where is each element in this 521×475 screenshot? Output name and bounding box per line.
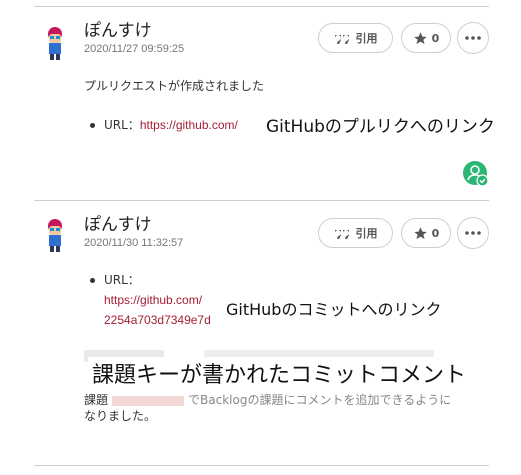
comment-text-rest: でBacklogの課題にコメントを追加できるように — [188, 393, 452, 407]
more-options-button[interactable] — [457, 22, 489, 54]
star-icon — [413, 226, 427, 239]
comment-date: 2020/11/30 11:32:57 — [84, 237, 184, 249]
more-options-button[interactable] — [457, 217, 489, 249]
star-button[interactable]: 0 — [401, 218, 451, 248]
quote-button[interactable]: 引用 — [318, 218, 393, 248]
star-count: 0 — [431, 226, 440, 240]
star-count: 0 — [431, 31, 440, 45]
author-name[interactable]: ぽんすけ — [84, 210, 152, 235]
comment-date: 2020/11/27 09:59:25 — [84, 43, 185, 55]
issue-prefix: 課題 — [84, 393, 109, 407]
quote-label: 引用 — [355, 32, 378, 45]
star-icon — [413, 31, 427, 44]
author-name[interactable]: ぽんすけ — [84, 16, 152, 41]
star-button[interactable]: 0 — [401, 23, 451, 53]
annotation-label: 課題キーが書かれたコミットコメント — [88, 357, 471, 389]
pull-request-link[interactable]: https://github.com/ — [140, 118, 238, 132]
url-row: URL：https://github.com/ — [104, 115, 238, 135]
avatar — [48, 219, 62, 252]
url-label: URL： — [104, 118, 140, 132]
redacted-issue-key — [112, 395, 185, 406]
comment-text-line: なりました。 — [84, 409, 157, 423]
commit-url[interactable]: https://github.com/ — [104, 293, 202, 307]
commit-link-tail[interactable]: 2254a703d7349e7d — [104, 310, 211, 330]
comment-item: ぽんすけ 2020/11/30 11:32:57 引用 0 URL： https… — [34, 200, 489, 465]
bottom-divider — [34, 465, 489, 466]
comment-item: ぽんすけ 2020/11/27 09:59:25 引用 0 プルリクエストが作成… — [34, 0, 495, 200]
more-horizontal-icon — [465, 36, 481, 40]
annotation-label: GitHubのプルリクへのリンク — [266, 112, 495, 137]
quote-label: 引用 — [355, 227, 378, 240]
quote-button[interactable]: 引用 — [318, 23, 393, 53]
user-check-icon — [463, 161, 489, 187]
avatar — [48, 27, 62, 60]
comment-text: プルリクエストが作成されました — [84, 79, 265, 93]
list-bullet — [90, 278, 95, 283]
quote-icon — [334, 230, 349, 239]
annotation-label: GitHubのコミットへのリンク — [226, 296, 442, 320]
list-bullet — [90, 123, 95, 128]
commit-url-tail[interactable]: 2254a703d7349e7d — [104, 313, 211, 327]
commit-link[interactable]: https://github.com/ — [104, 290, 202, 310]
quote-icon — [334, 35, 349, 44]
url-label: URL： — [104, 273, 140, 287]
more-horizontal-icon — [465, 231, 481, 235]
